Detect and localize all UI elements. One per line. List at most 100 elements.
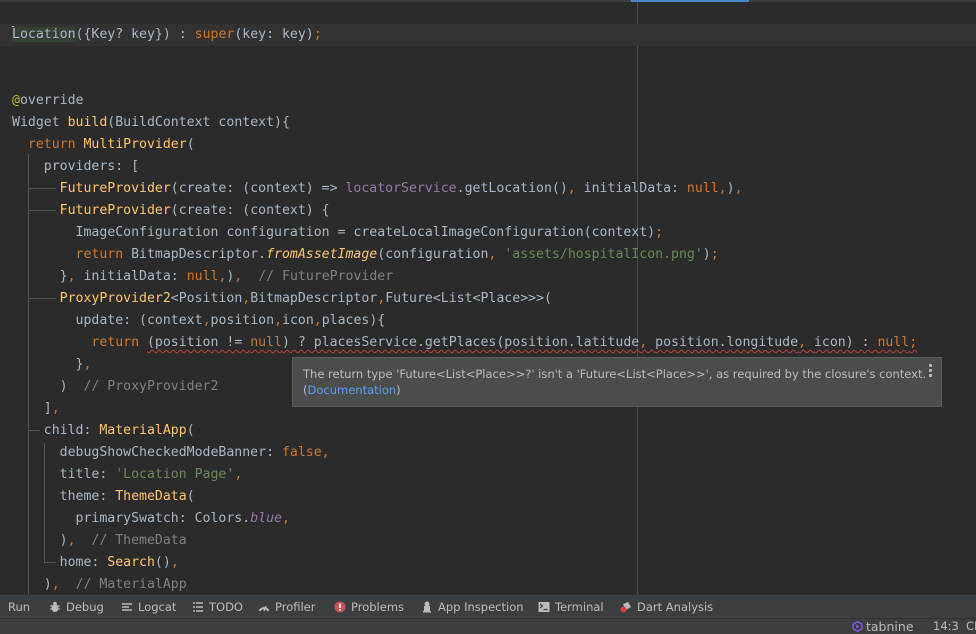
code-line[interactable]: return (position != null) ? placesServic… [0,332,917,354]
tool-window-debug[interactable]: Debug [49,595,104,619]
line-padding [0,244,12,266]
tool-window-run[interactable]: Run [8,595,30,619]
code-token: ({Key? key}) : [75,27,195,42]
code-line[interactable]: providers: [ [0,156,139,178]
code-token: return [75,247,132,262]
code-token: } [12,357,84,372]
code-token: <Position [170,291,243,306]
line-padding [0,332,12,354]
code-token: ) [726,181,735,196]
code-line[interactable]: debugShowCheckedModeBanner: false, [0,442,330,464]
code-token: Location [12,27,76,42]
code-line[interactable]: home: Search(), [0,552,179,574]
code-token: position [210,313,275,328]
code-token: (create: (context) { [170,203,330,218]
line-separator[interactable]: CR [966,619,976,634]
code-line[interactable]: ], [0,398,60,420]
tool-window-profiler[interactable]: Profiler [258,595,316,619]
code-token: ; [710,247,719,262]
code-token: initialData: [83,269,187,284]
code-line[interactable]: ), // MaterialApp [0,574,187,594]
code-line[interactable] [0,68,12,90]
line-padding [0,398,12,420]
code-line[interactable]: child: MaterialApp( [0,420,195,442]
tabnine-label: tabnine [866,619,914,634]
code-line[interactable]: primarySwatch: Colors.blue, [0,508,290,530]
logcat-icon [122,603,132,611]
more-options-icon[interactable] [929,364,933,379]
code-token: , [274,313,282,328]
code-token: (create: (context) => [170,181,346,196]
error-token: icon) : [813,335,878,350]
code-line[interactable]: @override [0,90,83,112]
code-line-current[interactable]: Location({Key? key}) : super(key: key); [0,24,976,46]
error-tooltip: The return type 'Future<List<Place>>?' i… [292,357,942,407]
line-padding [0,486,12,508]
code-token: (BuildContext context){ [107,115,290,130]
code-token: , [488,247,505,262]
code-token: MaterialApp [99,423,187,438]
code-token: update: (context [12,313,203,328]
code-line[interactable]: FutureProvider(create: (context) { [0,200,330,222]
line-padding [0,376,12,398]
error-icon [334,601,346,613]
code-line[interactable]: update: (context,position,icon,places){ [0,310,386,332]
code-token: ( [186,489,195,504]
line-padding [0,266,12,288]
line-padding [0,464,12,486]
code-token: ImageConfiguration configuration = creat… [12,225,656,240]
code-line[interactable]: return MultiProvider( [0,134,195,156]
code-token: (configuration [377,247,489,262]
tabnine-status[interactable]: tabnine [852,619,914,634]
code-line[interactable]: ), // ThemeData [0,530,187,552]
code-token: FutureProvider [59,203,171,218]
line-padding [0,200,12,222]
tool-window-app-inspection[interactable]: App Inspection [421,595,524,619]
code-line[interactable]: }, [0,354,92,376]
code-token: locatorService [345,181,457,196]
code-token: () [154,555,171,570]
error-token: null [250,335,282,350]
tool-window-label: TODO [209,600,243,614]
code-line[interactable]: FutureProvider(create: (context) => loca… [0,178,743,200]
code-line[interactable]: ProxyProvider2<Position,BitmapDescriptor… [0,288,552,310]
code-token: ) [12,533,68,548]
cursor-position[interactable]: 14:3 [933,619,959,634]
code-token: ] [12,401,52,416]
code-token: (key: key) [234,27,314,42]
code-editor[interactable]: Location({Key? key}) : super(key: key); … [0,2,976,594]
code-token: title: [12,467,116,482]
line-padding [0,68,12,90]
code-line[interactable]: theme: ThemeData( [0,486,195,508]
documentation-link[interactable]: Documentation [308,383,397,397]
tool-window-label: Run [8,600,31,614]
code-line[interactable]: ImageConfiguration configuration = creat… [0,222,664,244]
paren-close: ) [396,383,401,397]
code-line[interactable]: Widget build(BuildContext context){ [0,112,290,134]
line-padding [0,46,12,68]
tool-window-problems[interactable]: Problems [334,595,404,619]
line-padding [0,442,12,464]
code-line[interactable]: title: 'Location Page', [0,464,243,486]
tool-window-dart-analysis[interactable]: Dart Analysis [620,595,713,619]
code-token: , [567,181,584,196]
tool-window-terminal[interactable]: Terminal [538,595,604,619]
line-padding [0,178,12,200]
code-token: Future<List<Place>>>( [385,291,552,306]
tool-window-logcat[interactable]: Logcat [121,595,176,619]
error-token: ; [909,335,918,350]
tool-window-label: Problems [351,600,405,614]
code-line[interactable]: ) // ProxyProvider2 [0,376,219,398]
dart-analysis-icon [620,602,631,613]
line-padding [0,24,12,46]
code-line[interactable]: return BitmapDescriptor.fromAssetImage(c… [0,244,719,266]
code-token: false [281,445,322,460]
tool-window-todo[interactable]: TODO [192,595,243,619]
code-token: , [51,401,60,416]
code-line[interactable] [0,46,12,68]
code-token: .getLocation() [456,181,568,196]
code-line[interactable]: }, initialData: null,), // FutureProvide… [0,266,394,288]
code-token: // MaterialApp [59,577,187,592]
error-token: , [798,335,814,350]
